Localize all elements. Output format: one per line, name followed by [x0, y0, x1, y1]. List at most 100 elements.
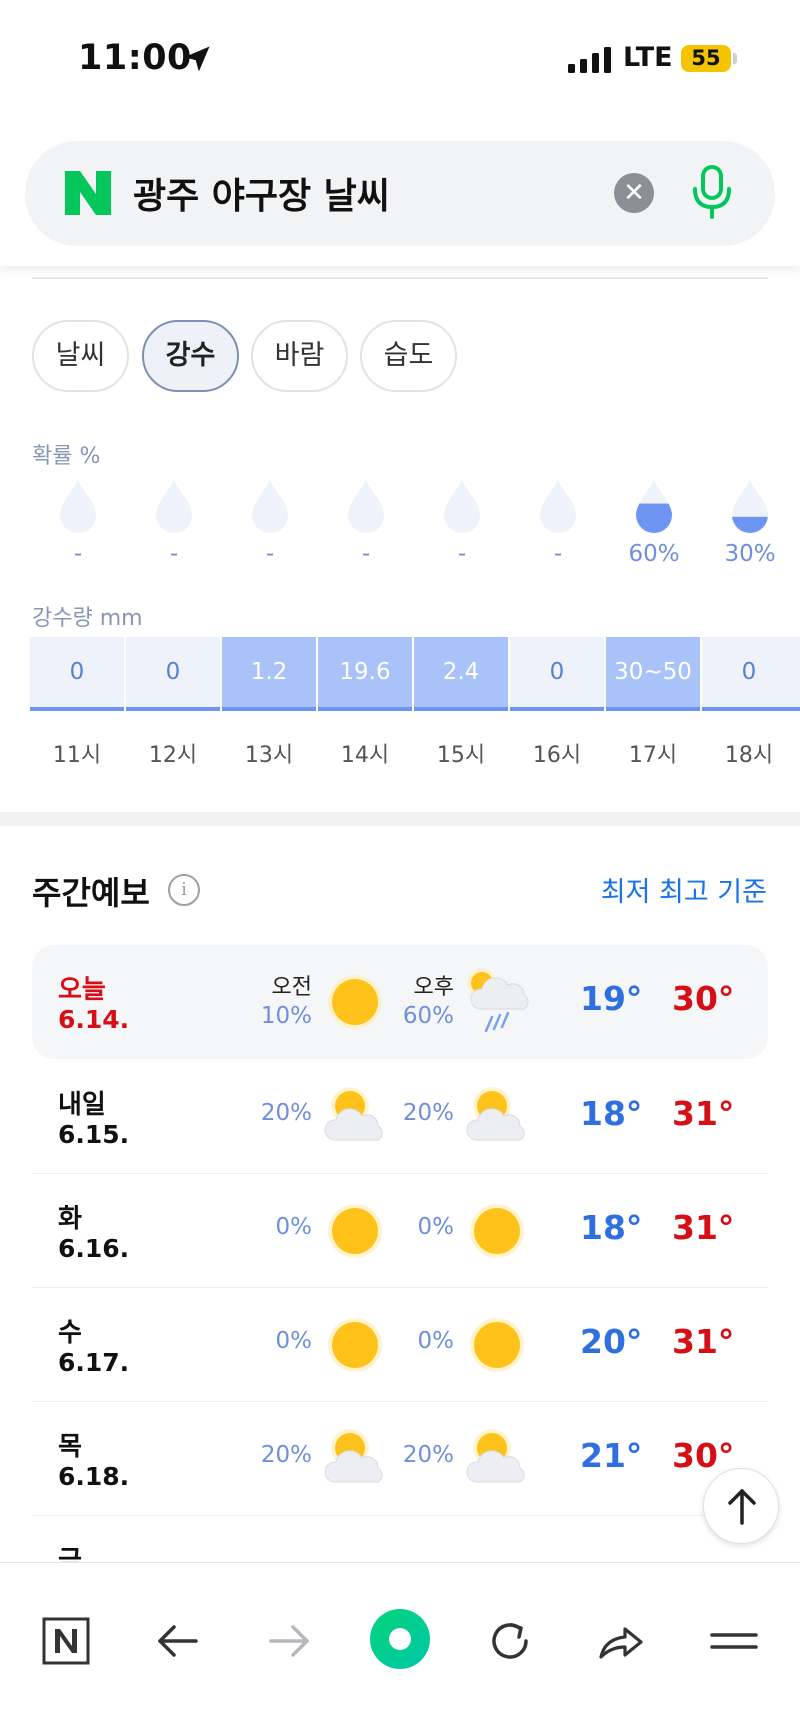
probability-label: 확률 % [32, 444, 101, 469]
arrow-up-icon [728, 1489, 756, 1525]
hour-label: 16시 [532, 743, 582, 768]
raindrop-icon [156, 480, 192, 533]
am-label: 오전 [271, 975, 312, 1000]
weekly-forecast-title: 주간예보 [32, 874, 150, 912]
sun-icon [470, 1318, 524, 1372]
raindrop-icon [732, 480, 768, 533]
min-temp: 21° [580, 1436, 643, 1475]
sun-icon [328, 1318, 382, 1372]
raindrop-icon [60, 480, 96, 533]
raindrop-icon [444, 480, 480, 533]
naver-logo-icon[interactable] [65, 171, 111, 215]
probability-value: - [265, 541, 275, 567]
rain-cloud-icon [467, 968, 529, 1033]
tab-weather[interactable]: 날씨 [32, 320, 129, 392]
min-temp: 20° [580, 1322, 643, 1361]
amount-cell: 30~50 [606, 637, 700, 711]
probability-value: - [553, 541, 563, 567]
max-temp: 31° [672, 1208, 735, 1247]
hour-label: 12시 [148, 743, 198, 768]
hour-label: 11시 [52, 743, 102, 768]
amount-cell: 0 [30, 637, 124, 711]
search-header: 광주 야구장 날씨 ✕ [0, 110, 800, 266]
divider [32, 277, 768, 279]
tab-humidity[interactable]: 습도 [360, 320, 457, 392]
hour-label: 14시 [340, 743, 390, 768]
amount-cell: 1.2 [222, 637, 316, 711]
min-max-basis-link[interactable]: 최저 최고 기준 [601, 870, 767, 909]
probability-value: - [169, 541, 179, 567]
status-bar: 11:00 LTE 55 [0, 0, 800, 110]
scroll-to-top-button[interactable] [703, 1468, 779, 1544]
battery-tip [733, 53, 737, 64]
network-type: LTE [623, 42, 673, 73]
sun-icon [328, 975, 382, 1029]
partly-cloudy-icon [466, 1429, 525, 1483]
pm-precip-chance: 20% [402, 1100, 454, 1126]
am-precip-chance: 0% [275, 1328, 313, 1354]
min-temp: 18° [580, 1094, 643, 1133]
microphone-icon[interactable] [690, 165, 734, 219]
day-name: 오늘 [58, 975, 106, 1005]
raindrop-icon [348, 480, 384, 533]
tab-wind[interactable]: 바람 [251, 320, 348, 392]
battery-icon: 55 [681, 45, 731, 72]
day-name: 화 [58, 1204, 82, 1234]
refresh-icon[interactable] [482, 1613, 538, 1669]
search-query[interactable]: 광주 야구장 날씨 [133, 167, 390, 219]
cellular-signal-icon [568, 47, 611, 73]
partly-cloudy-icon [324, 1087, 383, 1141]
pm-precip-chance: 20% [402, 1442, 454, 1468]
naver-home-icon[interactable] [38, 1613, 94, 1669]
amount-cell: 0 [702, 637, 796, 711]
hour-label: 15시 [436, 743, 486, 768]
am-precip-chance: 20% [260, 1442, 312, 1468]
day-date: 6.14. [58, 1005, 130, 1034]
hour-label: 17시 [628, 743, 678, 768]
partly-cloudy-icon [324, 1429, 383, 1483]
probability-value: - [457, 541, 467, 567]
amount-cell-overflow [796, 637, 800, 711]
tab-precipitation[interactable]: 강수 [142, 320, 239, 392]
green-dot-home-icon[interactable] [368, 1607, 432, 1671]
share-icon[interactable] [593, 1613, 649, 1669]
day-row[interactable]: 내일 6.15. 20% 20% 18° 31° [32, 1060, 768, 1174]
day-date: 6.15. [58, 1120, 130, 1149]
amount-cell: 19.6 [318, 637, 412, 711]
pm-precip-chance: 0% [417, 1328, 455, 1354]
sun-icon [470, 1204, 524, 1258]
amount-cell: 2.4 [414, 637, 508, 711]
probability-value: 30% [724, 541, 776, 567]
day-row[interactable]: 화 6.16. 0% 0% 18° 31° [32, 1174, 768, 1288]
day-name: 목 [58, 1432, 82, 1462]
raindrop-icon [540, 480, 576, 533]
location-arrow-icon [184, 46, 210, 72]
raindrop-icon [252, 480, 288, 533]
day-row[interactable]: 수 6.17. 0% 0% 20° 31° [32, 1288, 768, 1402]
day-name: 내일 [58, 1090, 106, 1120]
day-date: 6.16. [58, 1234, 130, 1263]
section-separator [0, 812, 800, 826]
am-precip-chance: 10% [260, 1003, 312, 1029]
amount-label: 강수량 mm [32, 606, 143, 631]
day-row-today[interactable]: 오늘 6.14. 오전 오후 10% 60% 19° 30° [32, 945, 768, 1059]
day-row[interactable]: 목 6.18. 20% 20% 21° 30° [32, 1402, 768, 1516]
max-temp: 30° [672, 979, 735, 1018]
probability-value: 60% [628, 541, 680, 567]
min-temp: 18° [580, 1208, 643, 1247]
search-bar[interactable]: 광주 야구장 날씨 ✕ [25, 141, 775, 246]
pm-precip-chance: 0% [417, 1214, 455, 1240]
day-date: 6.18. [58, 1462, 130, 1491]
back-arrow-icon[interactable] [150, 1613, 206, 1669]
am-precip-chance: 0% [275, 1214, 313, 1240]
day-name: 수 [58, 1318, 82, 1348]
browser-toolbar [0, 1562, 800, 1735]
status-time: 11:00 [78, 38, 192, 78]
menu-icon[interactable] [706, 1613, 762, 1669]
clear-search-icon[interactable]: ✕ [614, 173, 654, 213]
hour-label: 18시 [724, 743, 774, 768]
info-icon[interactable]: i [168, 874, 200, 906]
max-temp: 31° [672, 1322, 735, 1361]
forward-arrow-icon[interactable] [261, 1613, 317, 1669]
raindrop-icon [636, 480, 672, 533]
